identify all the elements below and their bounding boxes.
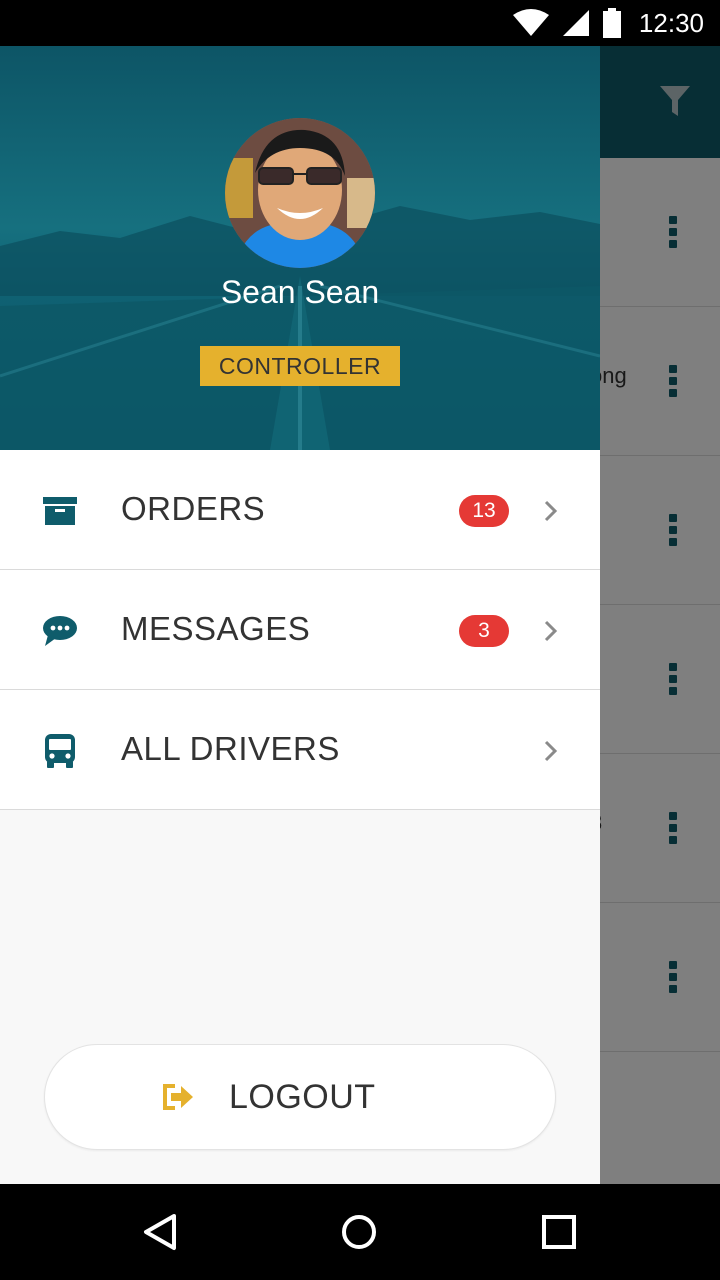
- archive-box-icon: [43, 497, 77, 525]
- system-nav-bar: [0, 1184, 720, 1280]
- count-badge: 3: [459, 615, 509, 647]
- menu-item-label: ORDERS: [121, 490, 266, 527]
- logout-label: LOGOUT: [229, 1078, 376, 1116]
- menu-item-all-drivers[interactable]: ALL DRIVERS: [0, 690, 600, 810]
- user-avatar[interactable]: [225, 118, 375, 268]
- chevron-right-icon: [544, 740, 558, 762]
- chevron-right-icon: [544, 500, 558, 522]
- back-icon[interactable]: [140, 1212, 180, 1252]
- user-name: Sean Sean: [220, 274, 380, 310]
- wifi-icon: [512, 9, 549, 36]
- menu-item-orders[interactable]: ORDERS 13: [0, 450, 600, 570]
- status-time: 12:30: [638, 7, 704, 38]
- logout-button[interactable]: LOGOUT: [44, 1044, 556, 1150]
- chevron-right-icon: [544, 620, 558, 642]
- menu-item-messages[interactable]: MESSAGES 3: [0, 570, 600, 690]
- chat-bubble-icon: [43, 616, 77, 646]
- status-bar: 12:30: [0, 0, 720, 46]
- battery-icon: [602, 8, 621, 38]
- home-icon[interactable]: [339, 1212, 379, 1252]
- menu-item-label: MESSAGES: [121, 610, 311, 647]
- navigation-drawer: Sean Sean CONTROLLER ORDERS 13 MESSAGES …: [0, 46, 600, 1184]
- logout-icon: [163, 1084, 193, 1110]
- role-badge: CONTROLLER: [200, 346, 400, 386]
- signal-icon: [562, 10, 589, 36]
- count-badge: 13: [459, 495, 509, 527]
- recents-icon[interactable]: [539, 1212, 579, 1252]
- drawer-menu: ORDERS 13 MESSAGES 3 ALL DRIVERS: [0, 450, 600, 810]
- bus-icon: [45, 734, 75, 768]
- menu-item-label: ALL DRIVERS: [121, 730, 340, 767]
- drawer-header: Sean Sean CONTROLLER: [0, 46, 600, 450]
